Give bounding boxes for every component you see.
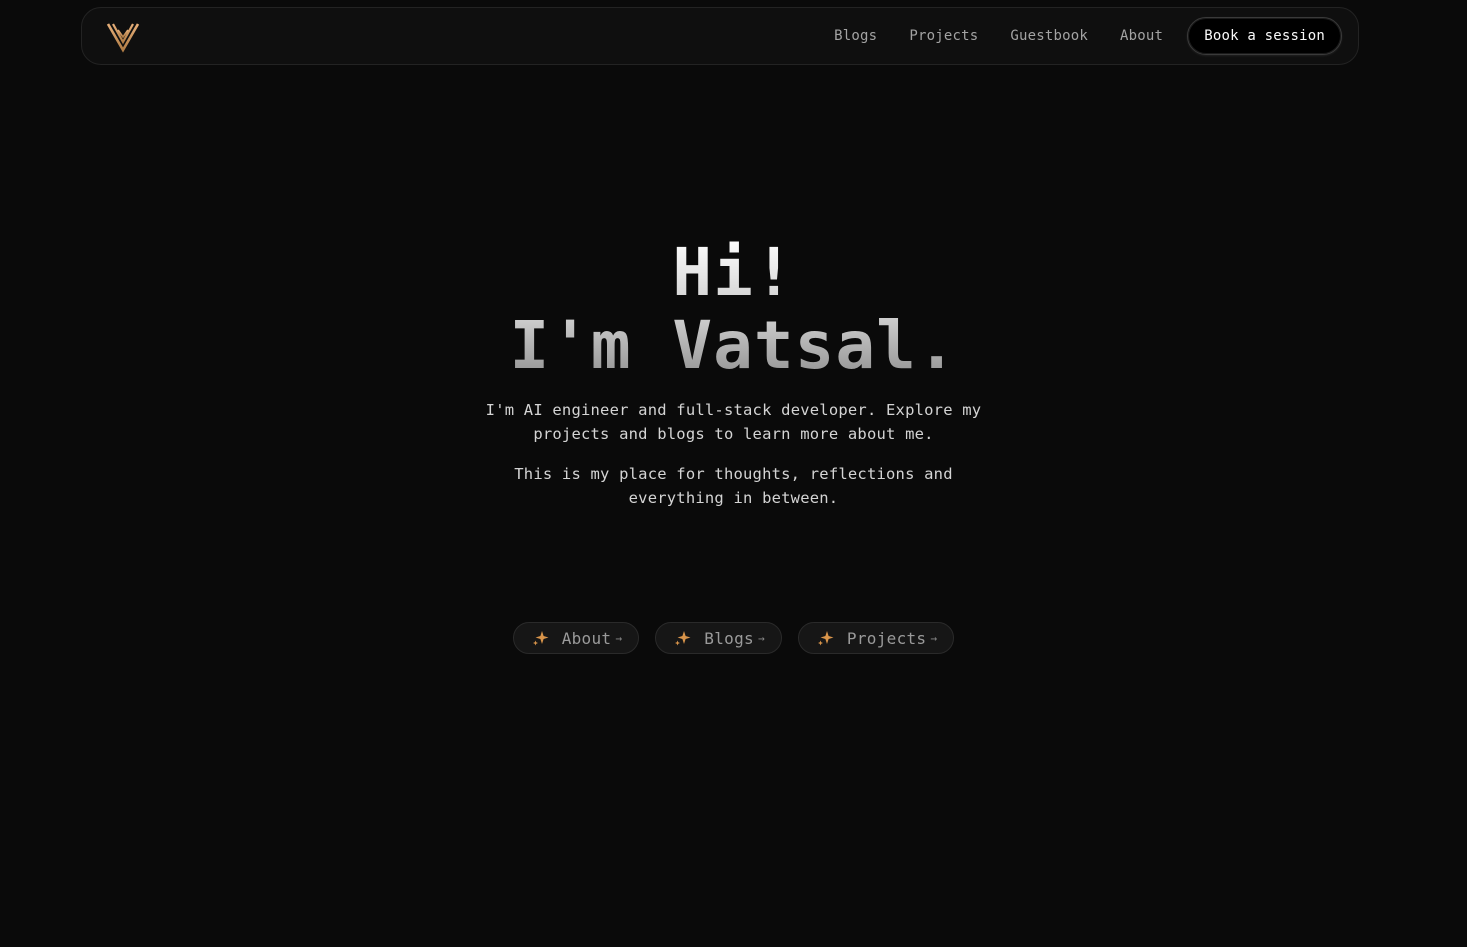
arrow-right-icon: → [757, 631, 765, 645]
projects-cta-label: Projects [846, 628, 927, 648]
cta-row: About → Blogs → Projects → [0, 622, 1467, 654]
hero: Hi! I'm Vatsal. I'm AI engineer and full… [0, 236, 1467, 510]
navbar: Blogs Projects Guestbook About Book a se… [81, 7, 1359, 65]
book-session-button[interactable]: Book a session [1187, 17, 1342, 55]
nav-link-about[interactable]: About [1104, 26, 1179, 46]
nav-link-projects[interactable]: Projects [893, 26, 994, 46]
blogs-cta-button[interactable]: Blogs → [655, 622, 782, 654]
logo-link[interactable] [106, 19, 140, 53]
logo-icon [106, 23, 140, 53]
arrow-right-icon: → [615, 631, 623, 645]
hero-intro: I'm AI engineer and full-stack developer… [485, 401, 982, 443]
about-cta-label: About [561, 628, 612, 648]
sparkle-icon [675, 631, 691, 646]
blogs-cta-label: Blogs [704, 628, 754, 648]
nav-link-blogs[interactable]: Blogs [818, 26, 893, 46]
sparkle-icon [817, 631, 834, 646]
sparkle-icon [532, 631, 549, 646]
hero-subintro: This is my place for thoughts, reflectio… [514, 465, 953, 507]
hero-greeting: Hi! [0, 236, 1467, 309]
projects-cta-button[interactable]: Projects → [797, 622, 955, 654]
nav-link-guestbook[interactable]: Guestbook [994, 26, 1104, 46]
arrow-right-icon: → [930, 631, 938, 645]
nav-links: Blogs Projects Guestbook About [818, 26, 1179, 46]
about-cta-button[interactable]: About → [512, 622, 640, 654]
hero-name: I'm Vatsal. [0, 309, 1467, 382]
page: Blogs Projects Guestbook About Book a se… [0, 0, 1467, 947]
